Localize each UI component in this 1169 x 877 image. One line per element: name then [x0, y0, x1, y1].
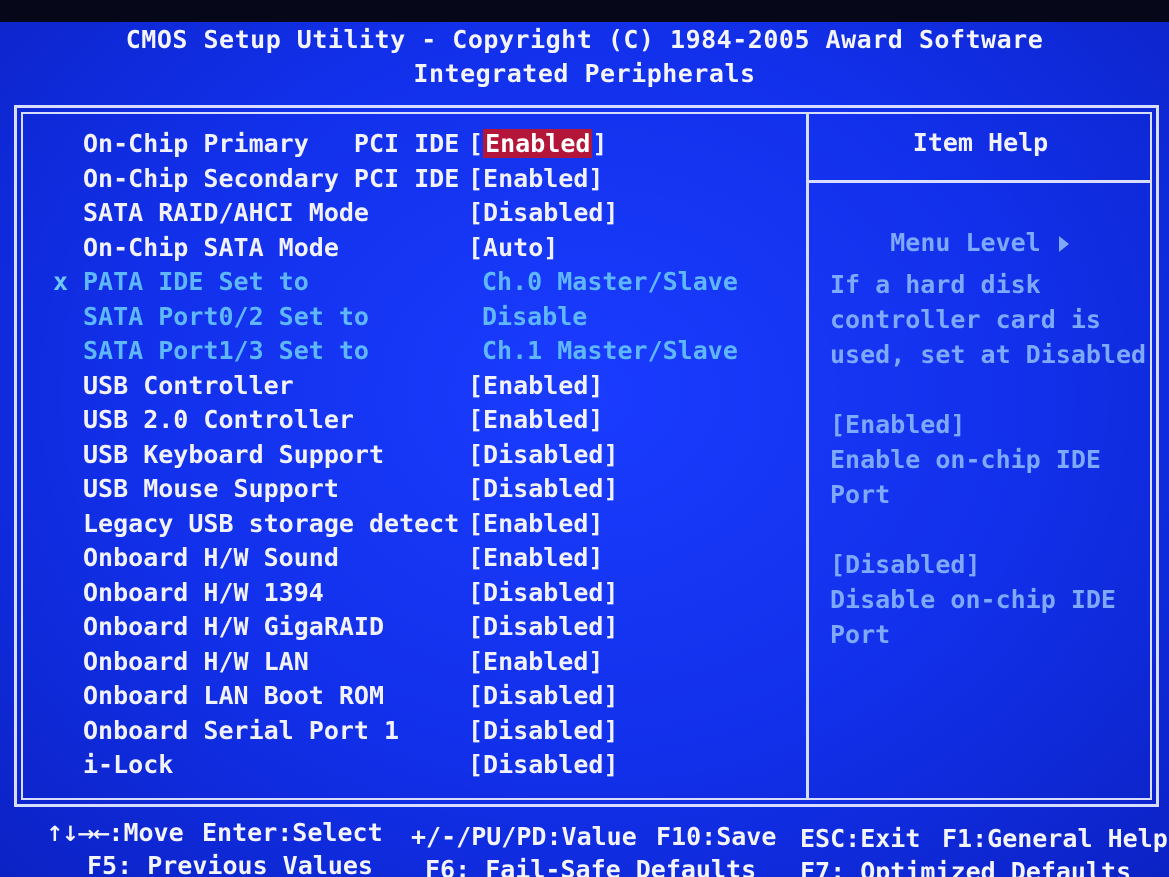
setting-row: SATA Port0/2 Set to Disable [0, 302, 800, 336]
setting-label: On-Chip Secondary PCI IDE [83, 163, 460, 193]
help-text-line: used, set at Disabled [830, 340, 1147, 369]
setting-row[interactable]: USB 2.0 Controller [Enabled] [0, 405, 800, 439]
setting-value[interactable]: [Disabled] [468, 578, 619, 607]
bracket-open: [ [468, 129, 484, 158]
footer-select: Enter:Select [202, 818, 383, 847]
setting-row[interactable]: On-Chip Secondary PCI IDE [Enabled] [0, 164, 800, 198]
setting-row[interactable]: Legacy USB storage detect [Enabled] [0, 509, 800, 543]
footer-move-label: :Move [108, 818, 184, 847]
setting-row[interactable]: SATA RAID/AHCI Mode [Disabled] [0, 198, 800, 232]
help-text-line: Port [830, 620, 891, 649]
help-text-line: Disable on-chip IDE [830, 585, 1116, 614]
setting-value[interactable]: [Auto] [468, 233, 558, 262]
setting-label: PATA IDE Set to [83, 267, 309, 296]
setting-value[interactable]: [Disabled] [468, 440, 619, 469]
setting-value: Ch.1 Master/Slave [482, 336, 738, 365]
bios-screen: CMOS Setup Utility - Copyright (C) 1984-… [0, 0, 1169, 877]
setting-row[interactable]: Onboard H/W 1394 [Disabled] [0, 578, 800, 612]
footer-exit: ESC:Exit [800, 824, 921, 853]
setting-value[interactable]: [Disabled] [468, 681, 619, 710]
setting-value[interactable]: [Disabled] [468, 474, 619, 503]
help-text-line: [Disabled] [830, 550, 981, 579]
item-help-title: Item Help [912, 128, 1049, 157]
help-text-line: If a hard disk [830, 270, 1041, 299]
setting-label: i-Lock [83, 750, 174, 779]
setting-label: Onboard Serial Port 1 [83, 715, 400, 745]
setting-label: USB Mouse Support [83, 474, 339, 503]
setting-row[interactable]: Onboard LAN Boot ROM [Disabled] [0, 681, 800, 715]
setting-row[interactable]: i-Lock [Disabled] [0, 750, 800, 784]
setting-value[interactable]: [Enabled] [468, 371, 603, 400]
setting-row[interactable]: Onboard H/W Sound [Enabled] [0, 543, 800, 577]
setting-value[interactable]: [Disabled] [468, 612, 619, 641]
bracket-close: ] [592, 129, 608, 158]
setting-label: Onboard H/W GigaRAID [83, 612, 385, 641]
help-title-divider [809, 180, 1152, 183]
footer-previous: F5: Previous Values [87, 851, 373, 877]
setting-row[interactable]: On-Chip Primary PCI IDE [Enabled] [0, 129, 800, 163]
utility-title: CMOS Setup Utility - Copyright (C) 1984-… [125, 25, 1044, 54]
help-text-line: Port [830, 480, 891, 509]
arrow-keys-icon: ↑↓→← [46, 822, 110, 846]
setting-label: Onboard H/W Sound [83, 543, 339, 572]
page-title: Integrated Peripherals [413, 59, 756, 88]
help-text-line: controller card is [830, 305, 1101, 334]
setting-row[interactable]: Onboard H/W LAN [Enabled] [0, 647, 800, 681]
setting-value[interactable]: [Enabled] [468, 129, 607, 158]
help-text-line: Enable on-chip IDE [830, 445, 1101, 474]
setting-label: SATA RAID/AHCI Mode [83, 198, 369, 227]
footer-move: ↑↓→←:Move [46, 818, 184, 847]
setting-value[interactable]: [Disabled] [468, 716, 619, 745]
setting-value: Ch.0 Master/Slave [482, 267, 738, 296]
setting-label: On-Chip SATA Mode [83, 232, 339, 262]
footer-help: F1:General Help [942, 824, 1168, 853]
setting-value[interactable]: [Enabled] [468, 543, 603, 572]
setting-label: Onboard LAN Boot ROM [83, 681, 385, 710]
setting-value[interactable]: [Disabled] [468, 750, 619, 779]
setting-unavailable-mark: x [53, 267, 69, 296]
footer-value: +/-/PU/PD:Value [411, 822, 637, 851]
setting-label: SATA Port1/3 Set to [83, 336, 369, 365]
setting-row[interactable]: USB Controller [Enabled] [0, 371, 800, 405]
setting-row[interactable]: USB Keyboard Support [Disabled] [0, 440, 800, 474]
setting-value: Disable [482, 301, 588, 331]
panel-divider [806, 112, 809, 800]
setting-label: Onboard H/W 1394 [83, 577, 324, 607]
monitor-bezel [0, 0, 1169, 22]
setting-value[interactable]: [Enabled] [468, 164, 603, 193]
footer-failsafe: F6: Fail-Safe Defaults [425, 855, 757, 877]
setting-label: SATA Port0/2 Set to [83, 301, 369, 331]
right-triangle-icon [1058, 236, 1069, 252]
setting-label: USB Keyboard Support [83, 439, 385, 469]
setting-value[interactable]: [Enabled] [468, 509, 603, 538]
footer-save: F10:Save [656, 822, 777, 851]
footer-optimized: F7: Optimized Defaults [800, 857, 1132, 877]
setting-value[interactable]: [Enabled] [468, 647, 603, 676]
setting-row[interactable]: Onboard Serial Port 1 [Disabled] [0, 716, 800, 750]
setting-label: Legacy USB storage detect [83, 508, 460, 538]
setting-label: Onboard H/W LAN [83, 646, 309, 676]
setting-row: SATA Port1/3 Set to Ch.1 Master/Slave [0, 336, 800, 370]
setting-row[interactable]: On-Chip SATA Mode [Auto] [0, 233, 800, 267]
setting-row[interactable]: USB Mouse Support [Disabled] [0, 474, 800, 508]
setting-value[interactable]: [Enabled] [468, 405, 603, 434]
setting-row[interactable]: Onboard H/W GigaRAID [Disabled] [0, 612, 800, 646]
setting-label: USB Controller [83, 370, 294, 400]
setting-label: On-Chip Primary PCI IDE [83, 129, 460, 158]
setting-row: x PATA IDE Set to Ch.0 Master/Slave [0, 267, 800, 301]
setting-label: USB 2.0 Controller [83, 405, 354, 434]
selected-value-highlight[interactable]: Enabled [483, 129, 593, 158]
menu-level-label: Menu Level [890, 228, 1041, 257]
help-text-line: [Enabled] [830, 410, 966, 439]
setting-value[interactable]: [Disabled] [468, 198, 619, 227]
